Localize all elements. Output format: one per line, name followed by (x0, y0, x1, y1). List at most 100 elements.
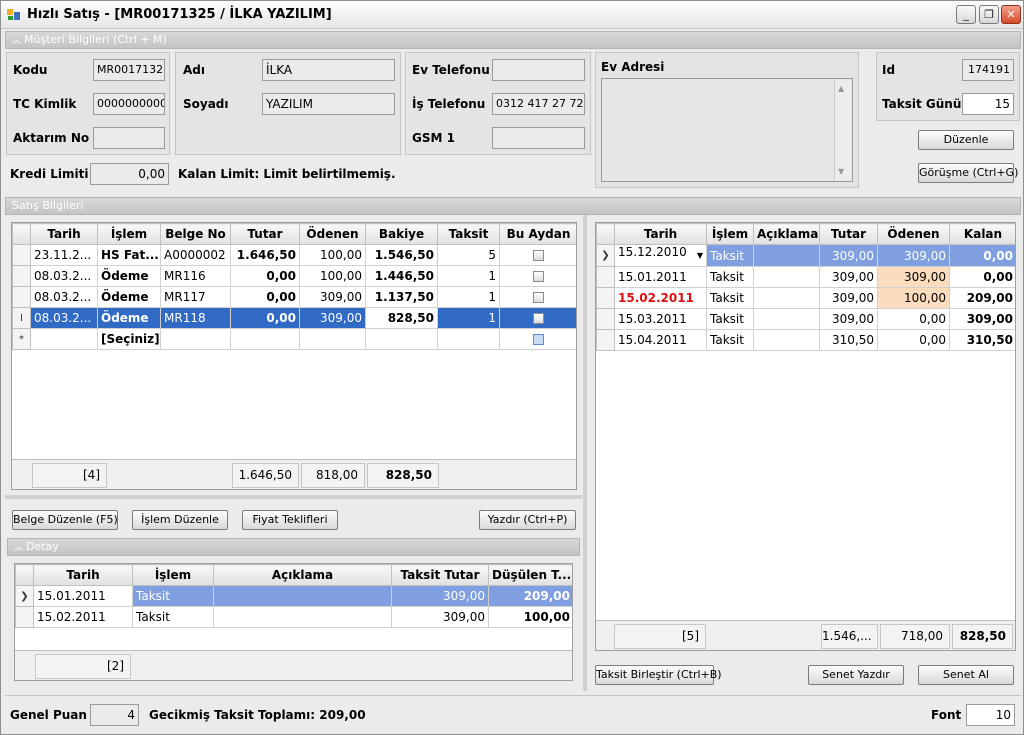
detay-section-header[interactable]: ︽ Detay (7, 538, 580, 556)
cell-aciklama[interactable] (213, 585, 392, 607)
detay-col-islem[interactable]: İşlem (132, 564, 214, 586)
cell-islem[interactable]: Ödeme (97, 265, 161, 287)
row-indicator[interactable] (12, 244, 31, 266)
cell-tarih[interactable]: 15.04.2011 (614, 329, 707, 351)
cell-islem[interactable]: Taksit (706, 266, 754, 288)
cell-tarih[interactable]: 15.01.2011 (33, 585, 133, 607)
detay-col-tarih[interactable]: Tarih (33, 564, 133, 586)
detay-col-aciklama[interactable]: Açıklama (213, 564, 392, 586)
cell-tutar[interactable] (230, 328, 300, 350)
col-odenen[interactable]: Ödenen (299, 223, 366, 245)
cell-tutar[interactable]: 309,00 (819, 287, 878, 309)
row-indicator[interactable] (12, 286, 31, 308)
cell-belge[interactable]: MR116 (160, 265, 231, 287)
cell-taksit[interactable] (437, 328, 500, 350)
bu-aydan-checkbox[interactable] (533, 334, 544, 345)
cell-bakiye[interactable]: 1.137,50 (365, 286, 438, 308)
adres-scrollbar[interactable]: ▲ ▼ (834, 80, 851, 180)
cell-odenen[interactable]: 100,00 (299, 244, 366, 266)
cell-aciklama[interactable] (753, 329, 820, 351)
col-taksit[interactable]: Taksit (437, 223, 500, 245)
yazdir-button[interactable]: Yazdır (Ctrl+P) (479, 510, 576, 530)
col-bu-aydan[interactable]: Bu Aydan (499, 223, 576, 245)
taksit-col-islem[interactable]: İşlem (706, 223, 754, 245)
cell-kalan[interactable]: 209,00 (949, 287, 1015, 309)
cell-islem[interactable]: Ödeme (97, 286, 161, 308)
taksit-col-tutar[interactable]: Tutar (819, 223, 878, 245)
satis-section-header[interactable]: Satış Bilgileri (5, 197, 1021, 215)
cell-tutar[interactable]: 309,00 (819, 266, 878, 288)
cell-tutar[interactable]: 1.646,50 (230, 244, 300, 266)
soyadi-field[interactable]: YAZILIM (262, 93, 395, 115)
cell-kalan[interactable]: 0,00 (949, 266, 1015, 288)
kredi-field[interactable]: 0,00 (90, 163, 169, 185)
table-row[interactable]: 15.04.2011 Taksit 310,50 0,00 310,50 (596, 329, 1015, 351)
detay-col-taksit-tutar[interactable]: Taksit Tutar (391, 564, 489, 586)
taksit-col-kalan[interactable]: Kalan (949, 223, 1015, 245)
cell-tarih-overdue[interactable]: 15.02.2011 (614, 287, 707, 309)
evadres-field[interactable] (601, 78, 853, 182)
scroll-down-icon[interactable]: ▼ (838, 167, 844, 176)
table-row[interactable]: 23.11.2... HS Fat... A0000002 1.646,50 1… (12, 244, 576, 266)
row-arrow-icon[interactable]: ❯ (15, 585, 34, 607)
cell-tarih[interactable]: 08.03.2... (30, 286, 98, 308)
cell-odenen[interactable]: 309,00 (877, 244, 950, 267)
gsm-field[interactable] (492, 127, 585, 149)
col-tarih[interactable]: Tarih (30, 223, 98, 245)
cell-tutar[interactable]: 309,00 (819, 244, 878, 267)
cell-tarih[interactable]: 15.03.2011 (614, 308, 707, 330)
cell-odenen[interactable]: 0,00 (877, 329, 950, 351)
cell-tarih[interactable]: 08.03.2... (30, 307, 98, 329)
evtel-field[interactable] (492, 59, 585, 81)
cell-belge[interactable]: MR118 (160, 307, 231, 329)
genel-puan-field[interactable]: 4 (90, 704, 139, 726)
col-islem[interactable]: İşlem (97, 223, 161, 245)
cell-aciklama[interactable] (753, 308, 820, 330)
taksit-col-aciklama[interactable]: Açıklama (753, 223, 820, 245)
table-row[interactable]: 15.02.2011 Taksit 309,00 100,00 (15, 606, 572, 628)
detay-col-dusulen[interactable]: Düşülen T... (488, 564, 572, 586)
senet-yazdir-button[interactable]: Senet Yazdır (808, 665, 904, 685)
maximize-button[interactable]: ❐ (979, 5, 999, 24)
cell-tarih[interactable]: 15.02.2011 (33, 606, 133, 628)
cell-odenen[interactable]: 309,00 (299, 286, 366, 308)
horizontal-splitter[interactable] (5, 495, 582, 499)
taksit-grid[interactable]: Tarih İşlem Açıklama Tutar Ödenen Kalan … (595, 222, 1016, 651)
bu-aydan-checkbox[interactable] (533, 271, 544, 282)
cell-tarih[interactable]: 15.12.2010 ▼ (614, 244, 707, 267)
id-field[interactable]: 174191 (962, 59, 1014, 81)
table-row[interactable]: 08.03.2... Ödeme MR117 0,00 309,00 1.137… (12, 286, 576, 308)
cell-aciklama[interactable] (213, 606, 392, 628)
cell-tarih[interactable]: 23.11.2... (30, 244, 98, 266)
cell-odenen[interactable]: 309,00 (877, 266, 950, 288)
cell-aciklama[interactable] (753, 266, 820, 288)
cell-taksit[interactable]: 1 (437, 265, 500, 287)
cell-taksit-tutar[interactable]: 309,00 (391, 585, 489, 607)
scroll-up-icon[interactable]: ▲ (838, 84, 844, 93)
duzenle-button[interactable]: Düzenle (918, 130, 1014, 150)
cell-islem[interactable]: Taksit (706, 308, 754, 330)
cell-taksit[interactable]: 5 (437, 244, 500, 266)
cell-belge[interactable]: A0000002 (160, 244, 231, 266)
adi-field[interactable]: İLKA (262, 59, 395, 81)
cell-belge[interactable]: MR117 (160, 286, 231, 308)
new-row-star-icon[interactable]: * (12, 328, 31, 350)
cell-odenen[interactable]: 0,00 (877, 308, 950, 330)
cell-bakiye[interactable]: 1.546,50 (365, 244, 438, 266)
cell-odenen[interactable]: 100,00 (299, 265, 366, 287)
vertical-splitter[interactable] (583, 215, 587, 691)
islem-duzenle-button[interactable]: İşlem Düzenle (132, 510, 228, 530)
cell-tutar[interactable]: 0,00 (230, 265, 300, 287)
cell-bu-aydan[interactable] (499, 265, 576, 287)
cell-kalan[interactable]: 309,00 (949, 308, 1015, 330)
table-row[interactable]: 15.03.2011 Taksit 309,00 0,00 309,00 (596, 308, 1015, 330)
cell-bakiye-focused[interactable]: 828,50 (365, 307, 438, 329)
col-belge-no[interactable]: Belge No (160, 223, 231, 245)
cell-bu-aydan[interactable] (499, 286, 576, 308)
cell-tutar[interactable]: 310,50 (819, 329, 878, 351)
table-row[interactable]: 15.01.2011 Taksit 309,00 309,00 0,00 (596, 266, 1015, 288)
gorusme-button[interactable]: Görüşme (Ctrl+G) (918, 163, 1018, 183)
cell-islem[interactable]: Taksit (132, 585, 214, 607)
cell-tarih[interactable] (30, 328, 98, 350)
new-row[interactable]: * [Seçiniz] (12, 328, 576, 350)
